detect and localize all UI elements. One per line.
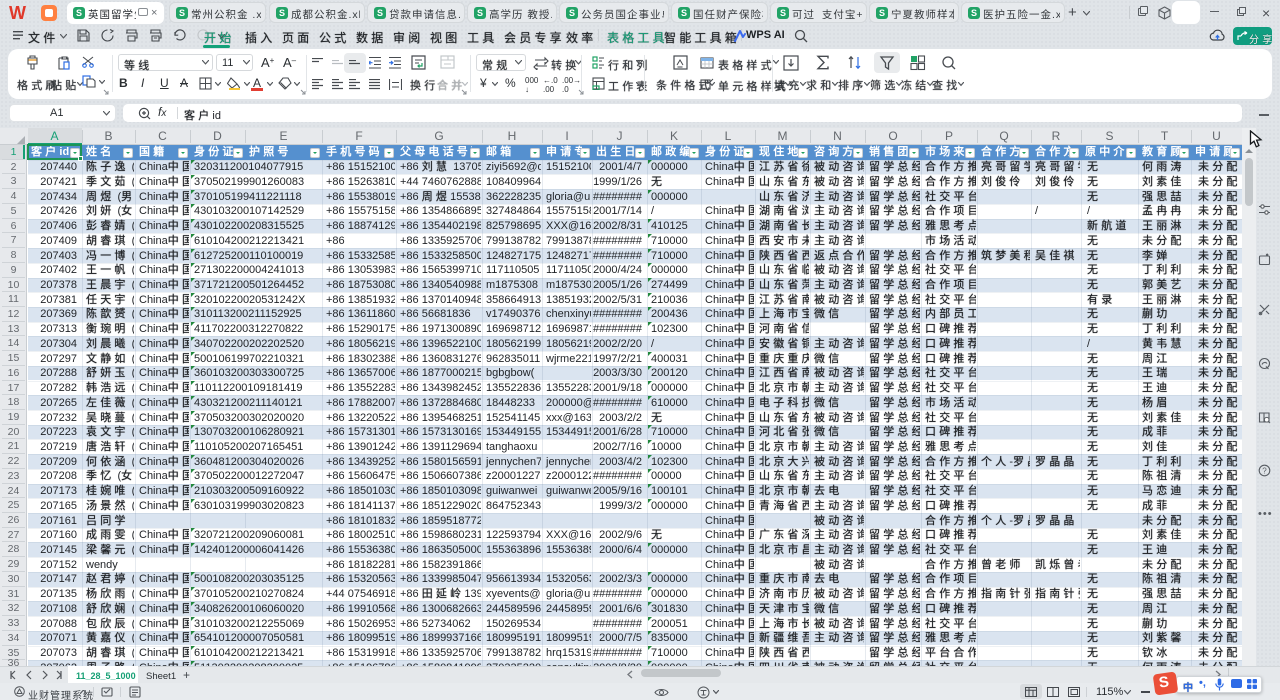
svg-text:?: ? bbox=[1262, 466, 1267, 475]
